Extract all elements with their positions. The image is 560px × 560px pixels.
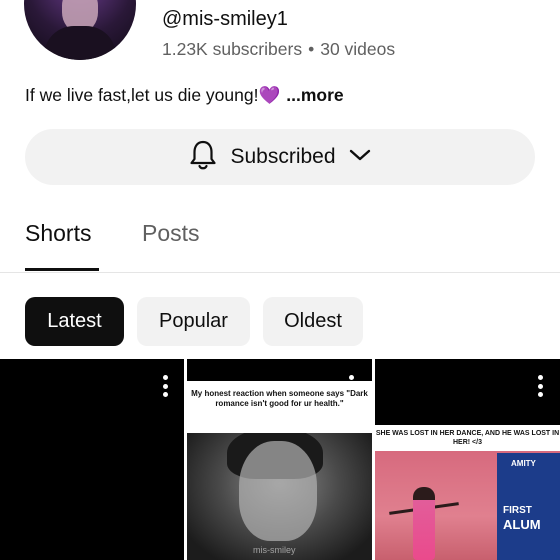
more-options-icon[interactable] bbox=[538, 375, 544, 397]
banner-brand: AMITY bbox=[511, 459, 536, 468]
subscriber-count: 1.23K subscribers bbox=[162, 39, 303, 59]
short-thumbnail-image bbox=[187, 421, 372, 560]
thumbnail-face bbox=[239, 441, 317, 541]
thumbnail-watermark: mis-smiley bbox=[253, 545, 296, 555]
bell-icon bbox=[188, 139, 218, 176]
purple-heart-icon: 💜 bbox=[258, 85, 281, 105]
channel-avatar[interactable] bbox=[24, 0, 136, 60]
channel-tabs: Shorts Posts bbox=[0, 205, 560, 273]
more-options-icon[interactable] bbox=[163, 375, 169, 397]
filter-chip-latest[interactable]: Latest bbox=[25, 297, 124, 346]
more-link[interactable]: ...more bbox=[286, 85, 343, 105]
short-thumbnail[interactable]: My honest reaction when someone says "Da… bbox=[187, 359, 372, 560]
filter-chip-popular[interactable]: Popular bbox=[137, 297, 250, 346]
short-thumbnail-image: AMITY FIRST ALUM bbox=[375, 451, 560, 560]
channel-handle: @mis-smiley1 bbox=[162, 8, 288, 30]
video-count: 30 videos bbox=[320, 39, 396, 59]
short-thumbnail[interactable] bbox=[0, 359, 184, 560]
banner-text-first: FIRST bbox=[503, 505, 532, 516]
filter-chip-oldest[interactable]: Oldest bbox=[263, 297, 363, 346]
avatar-shirt bbox=[44, 26, 116, 60]
subscribed-button[interactable]: Subscribed bbox=[25, 129, 535, 185]
channel-stats: 1.23K subscribers • 30 videos bbox=[162, 39, 395, 60]
short-thumbnail[interactable]: SHE WAS LOST IN HER DANCE, AND HE WAS LO… bbox=[375, 359, 560, 560]
chevron-down-icon bbox=[348, 147, 372, 168]
tab-posts[interactable]: Posts bbox=[142, 220, 200, 247]
subscribed-label: Subscribed bbox=[230, 145, 336, 168]
banner-text-alum: ALUM bbox=[503, 517, 541, 532]
short-caption: My honest reaction when someone says "Da… bbox=[187, 381, 372, 433]
event-banner: AMITY FIRST ALUM bbox=[497, 453, 560, 560]
tab-shorts[interactable]: Shorts bbox=[25, 220, 91, 247]
stats-separator: • bbox=[308, 39, 315, 59]
bio-text: If we live fast,let us die young! bbox=[25, 85, 259, 105]
tab-selected-indicator bbox=[25, 268, 99, 271]
channel-bio[interactable]: If we live fast,let us die young!💜 ...mor… bbox=[25, 85, 344, 106]
dancer-figure bbox=[413, 487, 435, 560]
